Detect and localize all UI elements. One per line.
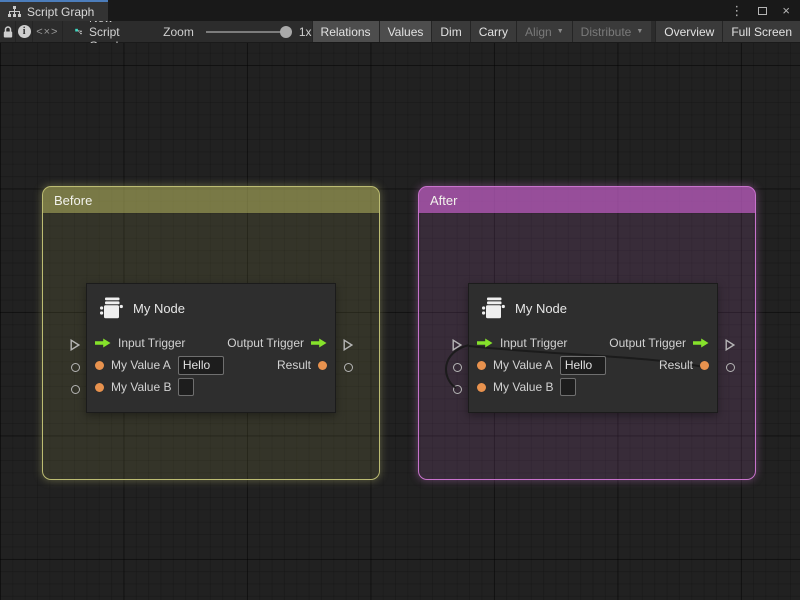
group-after-header[interactable]: After: [419, 187, 755, 213]
toolbar-button-values[interactable]: Values: [379, 21, 432, 42]
node-rows: Input Trigger Output Trigger My Value A …: [469, 332, 717, 398]
zoom-value: 1x: [299, 25, 312, 39]
trigger-row: Input Trigger Output Trigger: [87, 332, 335, 354]
node-rows: Input Trigger Output Trigger My Value A …: [87, 332, 335, 398]
window-controls: ⋮ ×: [730, 0, 800, 21]
output-trigger-port-icon[interactable]: [311, 338, 327, 348]
my-node-before[interactable]: My Node Input Trigger Output Trigger: [86, 283, 336, 413]
output-trigger-label: Output Trigger: [227, 336, 304, 350]
tab-script-graph[interactable]: Script Graph: [0, 0, 108, 21]
node-header: My Node: [469, 284, 717, 322]
outer-result-port[interactable]: [726, 363, 735, 372]
outer-output-trigger-port[interactable]: [725, 339, 735, 351]
chevron-down-icon: ▼: [557, 28, 564, 35]
value-a-input[interactable]: [178, 356, 224, 375]
unit-icon: [99, 296, 124, 320]
code-preview-button[interactable]: <×>: [33, 21, 63, 42]
outer-input-trigger-port[interactable]: [70, 339, 80, 351]
window-menu-button[interactable]: ⋮: [730, 4, 743, 17]
zoom-label: Zoom: [163, 25, 194, 39]
value-b-input[interactable]: [178, 378, 194, 396]
outer-output-trigger-port[interactable]: [343, 339, 353, 351]
toolbar-button-align: Align ▼: [516, 21, 572, 42]
script-graph-asset-icon: [75, 25, 82, 38]
trigger-row: Input Trigger Output Trigger: [469, 332, 717, 354]
output-trigger-port-icon[interactable]: [693, 338, 709, 348]
toolbar-button-overview[interactable]: Overview: [655, 21, 722, 42]
value-b-row: My Value B: [469, 376, 717, 398]
value-b-port-icon[interactable]: [95, 383, 104, 392]
lock-icon: [2, 25, 14, 39]
result-label: Result: [277, 358, 311, 372]
value-a-row: My Value A Result: [87, 354, 335, 376]
graph-hierarchy-icon: [8, 6, 21, 18]
toolbar-buttons: Relations Values Dim Carry Align ▼ Distr…: [312, 21, 800, 42]
graph-canvas[interactable]: Before My Node: [0, 43, 800, 600]
value-b-port-icon[interactable]: [477, 383, 486, 392]
toolbar-button-carry[interactable]: Carry: [470, 21, 516, 42]
zoom-control: Zoom 1x: [163, 25, 311, 39]
graph-toolbar: i <×> New Script Graph Zoom 1x Relations: [0, 21, 800, 43]
lock-button[interactable]: [0, 21, 16, 42]
my-node-after[interactable]: My Node Input Trigger Output Trigger: [468, 283, 718, 413]
outer-value-a-port[interactable]: [453, 363, 462, 372]
result-port-icon[interactable]: [700, 361, 709, 370]
value-a-input[interactable]: [560, 356, 606, 375]
output-trigger-label: Output Trigger: [609, 336, 686, 350]
outer-result-port[interactable]: [344, 363, 353, 372]
info-button[interactable]: i: [16, 21, 32, 42]
value-a-port-icon[interactable]: [477, 361, 486, 370]
zoom-slider-handle[interactable]: [280, 26, 292, 38]
toolbar-button-distribute: Distribute ▼: [572, 21, 652, 42]
zoom-slider[interactable]: [206, 31, 286, 33]
outer-value-b-port[interactable]: [71, 385, 80, 394]
input-trigger-port-icon[interactable]: [477, 338, 493, 348]
script-graph-window: Script Graph ⋮ × i <×>: [0, 0, 800, 600]
value-b-label: My Value B: [493, 380, 553, 394]
result-port-icon[interactable]: [318, 361, 327, 370]
value-b-row: My Value B: [87, 376, 335, 398]
tab-label: Script Graph: [27, 5, 94, 19]
input-trigger-label: Input Trigger: [500, 336, 567, 350]
result-label: Result: [659, 358, 693, 372]
group-before[interactable]: Before My Node: [42, 186, 380, 480]
value-b-input[interactable]: [560, 378, 576, 396]
window-maximize-button[interactable]: [758, 7, 767, 15]
value-a-port-icon[interactable]: [95, 361, 104, 370]
outer-value-a-port[interactable]: [71, 363, 80, 372]
code-brackets-icon: <×>: [36, 26, 58, 38]
value-a-label: My Value A: [493, 358, 553, 372]
chevron-down-icon: ▼: [636, 28, 643, 35]
group-before-header[interactable]: Before: [43, 187, 379, 213]
window-close-button[interactable]: ×: [782, 4, 790, 17]
value-b-label: My Value B: [111, 380, 171, 394]
input-trigger-label: Input Trigger: [118, 336, 185, 350]
info-icon: i: [18, 25, 31, 38]
group-after-label: After: [430, 193, 457, 208]
toolbar-button-fullscreen[interactable]: Full Screen: [722, 21, 800, 42]
node-header: My Node: [87, 284, 335, 322]
node-title: My Node: [133, 301, 185, 316]
value-a-label: My Value A: [111, 358, 171, 372]
toolbar-button-relations[interactable]: Relations: [312, 21, 379, 42]
toolbar-button-dim[interactable]: Dim: [431, 21, 469, 42]
group-after[interactable]: After My Node: [418, 186, 756, 480]
tab-bar: Script Graph ⋮ ×: [0, 0, 800, 21]
outer-input-trigger-port[interactable]: [452, 339, 462, 351]
value-a-row: My Value A Result: [469, 354, 717, 376]
outer-value-b-port[interactable]: [453, 385, 462, 394]
group-before-label: Before: [54, 193, 92, 208]
unit-icon: [481, 296, 506, 320]
input-trigger-port-icon[interactable]: [95, 338, 111, 348]
node-title: My Node: [515, 301, 567, 316]
